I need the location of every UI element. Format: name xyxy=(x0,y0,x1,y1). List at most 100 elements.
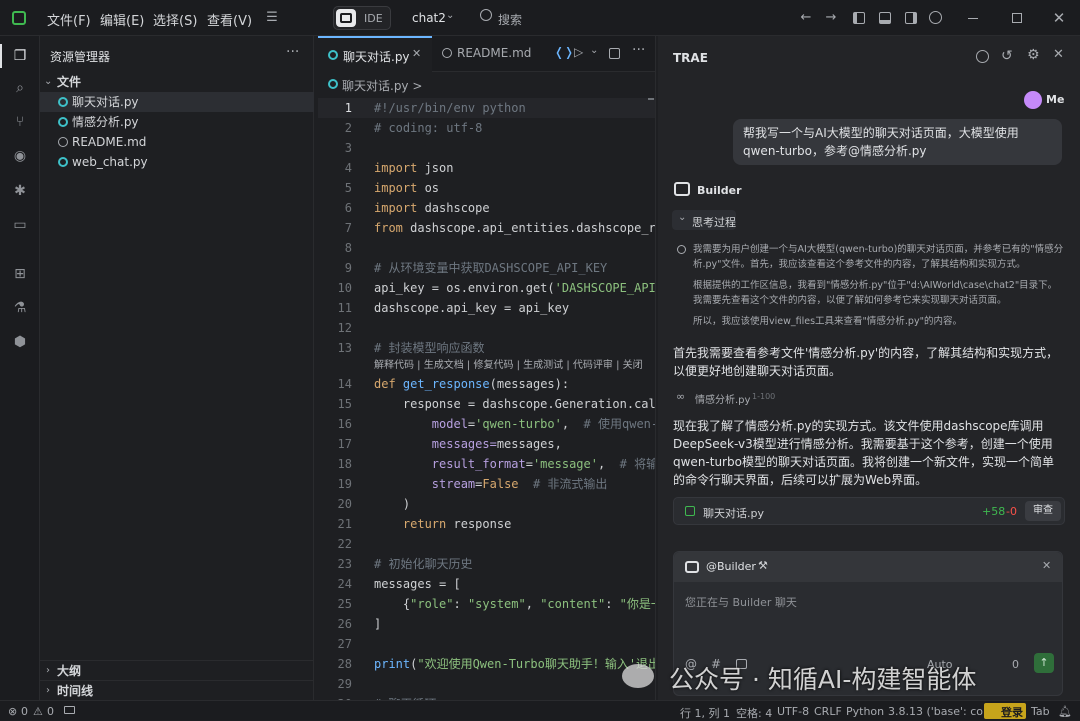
info-file-icon xyxy=(442,48,452,58)
more-actions-icon[interactable]: ··· xyxy=(632,42,645,58)
tab-chat-py[interactable]: 聊天对话.py ✕ xyxy=(318,36,432,72)
file-item[interactable]: README.md xyxy=(40,132,314,152)
code-text: # 封装模型响应函数 xyxy=(374,341,485,355)
app-logo-icon xyxy=(12,11,26,25)
file-item[interactable]: 聊天对话.py xyxy=(40,92,314,112)
warning-count[interactable]: 0 xyxy=(47,705,54,718)
encoding[interactable]: UTF-8 xyxy=(777,705,809,718)
file-reference[interactable]: 情感分析.py xyxy=(695,391,750,406)
history-icon[interactable]: ↺ xyxy=(1001,48,1013,64)
menu-select[interactable]: 选择(S) xyxy=(153,10,197,29)
warning-icon[interactable]: ⚠ xyxy=(33,705,43,718)
code-line: 20 ) xyxy=(318,494,655,514)
tab-indicator[interactable]: Tab xyxy=(1031,705,1050,718)
toggle-sidebar-icon[interactable] xyxy=(853,12,865,24)
mode-label: IDE xyxy=(364,12,383,25)
file-name: README.md xyxy=(72,135,147,149)
chevron-down-icon[interactable]: ⌄ xyxy=(590,45,598,56)
close-window-icon[interactable]: ✕ xyxy=(1050,9,1068,27)
login-button[interactable]: 登录 xyxy=(984,703,1026,719)
thinking-block: 我需要为用户创建一个与AI大模型(qwen-turbo)的聊天对话页面，并参考已… xyxy=(693,242,1065,329)
menu-edit[interactable]: 编辑(E) xyxy=(100,10,144,29)
activity-bar: ❐ ⌕ ⑂ ◉ ✱ ▭ ⊞ ⚗ ⬢ xyxy=(0,36,40,700)
builder-icon xyxy=(685,561,699,573)
extensions-icon[interactable]: ⊞ xyxy=(10,264,30,284)
file-change-card[interactable]: 聊天对话.py +58 -0 审查 xyxy=(673,497,1065,525)
explorer-more-icon[interactable]: ··· xyxy=(286,44,299,60)
breadcrumb-label[interactable]: 聊天对话.py > xyxy=(342,77,422,94)
new-chat-icon[interactable] xyxy=(976,50,989,63)
chevron-down-icon[interactable]: ⌄ xyxy=(446,10,454,21)
cursor-position[interactable]: 行 1, 列 1 xyxy=(680,705,730,721)
code-text: return response xyxy=(402,517,512,531)
remote-status-icon[interactable] xyxy=(64,706,75,714)
error-count[interactable]: 0 xyxy=(21,705,28,718)
close-icon[interactable]: ✕ xyxy=(412,47,421,60)
toggle-panel-icon[interactable] xyxy=(879,12,891,24)
code-line: 13 # 封装模型响应函数 xyxy=(318,338,655,358)
toggle-secondary-sidebar-icon[interactable] xyxy=(905,12,917,24)
thinking-toggle[interactable]: ⌄ 思考过程 xyxy=(672,210,736,230)
bell-icon[interactable]: 🔔︎ xyxy=(1058,705,1072,718)
search-files-icon[interactable]: ⌕ xyxy=(10,78,30,98)
more-menu-icon[interactable]: ☰ xyxy=(263,9,281,27)
gear-icon[interactable]: ⚙ xyxy=(1027,47,1040,63)
line-ending[interactable]: CRLF xyxy=(814,705,842,718)
back-arrow-icon[interactable]: ← xyxy=(797,9,815,27)
file-range: 1-100 xyxy=(752,392,776,401)
forward-arrow-icon[interactable]: → xyxy=(822,9,840,27)
chat-input[interactable]: 您正在与 Builder 聊天 xyxy=(685,594,797,610)
minimize-icon[interactable] xyxy=(968,18,978,19)
codelens-text[interactable]: 解释代码 | 生成文档 | 修复代码 | 生成测试 | 代码评审 | 关闭 xyxy=(374,358,643,374)
source-control-icon[interactable]: ⑂ xyxy=(10,112,30,132)
run-icon[interactable]: ▷ xyxy=(574,45,583,59)
file-item[interactable]: web_chat.py xyxy=(40,152,314,172)
maximize-icon[interactable] xyxy=(1012,13,1022,23)
split-editor-icon[interactable] xyxy=(609,48,620,59)
line-number: 13 xyxy=(337,341,352,355)
title-bar: 文件(F) 编辑(E) 选择(S) 查看(V) ☰ IDE chat2 ⌄ 搜索… xyxy=(0,0,1080,36)
timeline-section[interactable]: › 时间线 xyxy=(40,680,314,700)
info-file-icon xyxy=(58,137,68,147)
outline-section[interactable]: › 大纲 xyxy=(40,660,314,680)
close-icon[interactable]: ✕ xyxy=(1053,47,1064,62)
review-button[interactable]: 审查 xyxy=(1025,501,1061,521)
code-text: import dashscope xyxy=(374,201,490,215)
error-icon[interactable]: ⊗ xyxy=(8,705,17,718)
thinking-label: 思考过程 xyxy=(692,216,736,229)
testing-icon[interactable]: ⚗ xyxy=(10,298,30,318)
debug-icon[interactable]: ✱ xyxy=(10,181,30,201)
plugin-icon[interactable]: ⬢ xyxy=(10,332,30,352)
code-line: 22 xyxy=(318,534,655,554)
preview-icon[interactable]: ◉ xyxy=(10,146,30,166)
tools-icon: ⚒ xyxy=(758,559,768,572)
chevron-down-icon: ⌄ xyxy=(44,76,53,87)
menu-file[interactable]: 文件(F) xyxy=(47,10,91,29)
account-icon[interactable] xyxy=(929,11,942,24)
tab-readme[interactable]: README.md xyxy=(432,36,542,72)
indent-setting[interactable]: 空格: 4 xyxy=(736,705,772,721)
line-number: 17 xyxy=(337,437,352,451)
line-number: 23 xyxy=(337,557,352,571)
timeline-label: 时间线 xyxy=(57,684,94,698)
project-name[interactable]: chat2 xyxy=(412,11,446,25)
remote-icon[interactable]: ▭ xyxy=(10,215,30,235)
chat-title: TRAE xyxy=(673,51,708,65)
user-name: Me xyxy=(1046,93,1065,106)
explorer-icon[interactable]: ❐ xyxy=(10,46,30,66)
close-icon[interactable]: ✕ xyxy=(1042,559,1051,572)
ai-icon[interactable]: ❬❭ xyxy=(554,45,574,59)
line-number: 14 xyxy=(337,377,352,391)
code-text: def get_response(messages): xyxy=(374,377,570,391)
search-input[interactable]: 搜索 xyxy=(498,11,522,28)
file-item[interactable]: 情感分析.py xyxy=(40,112,314,132)
code-line: 29 xyxy=(318,674,655,694)
menu-view[interactable]: 查看(V) xyxy=(207,10,252,29)
code-line: 24 messages = [ xyxy=(318,574,655,594)
codelens-actions[interactable]: 解释代码 | 生成文档 | 修复代码 | 生成测试 | 代码评审 | 关闭 xyxy=(318,358,655,374)
mode-switch[interactable]: IDE xyxy=(333,6,391,30)
folder-row[interactable]: ⌄ 文件 xyxy=(40,72,314,92)
scrollbar[interactable] xyxy=(648,96,654,696)
language-mode[interactable]: Python xyxy=(846,705,884,718)
search-icon[interactable] xyxy=(480,9,492,21)
